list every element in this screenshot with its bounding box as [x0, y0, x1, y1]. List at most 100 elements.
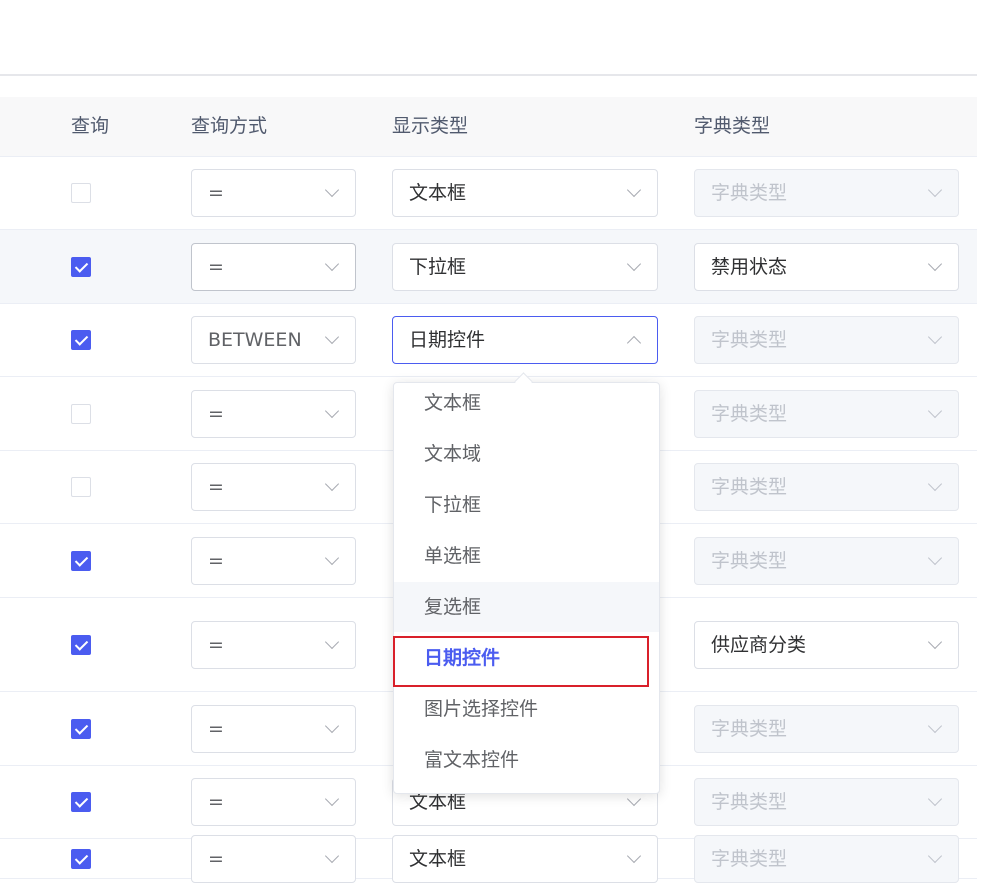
- header-dict-type: 字典类型: [694, 115, 771, 137]
- header-display-type: 显示类型: [392, 115, 469, 137]
- chevron-up-icon: [626, 335, 642, 351]
- dict-type-select-value: 供应商分类: [711, 634, 807, 656]
- dict-type-select[interactable]: 字典类型: [694, 705, 959, 753]
- query-mode-select-value: =: [208, 550, 224, 572]
- chevron-down-icon: [626, 848, 642, 864]
- chevron-down-icon: [927, 791, 943, 807]
- dict-type-select-value: 字典类型: [711, 550, 788, 572]
- dropdown-option[interactable]: 文本框: [394, 383, 659, 428]
- chevron-down-icon: [927, 634, 943, 650]
- dropdown-option[interactable]: 复选框: [394, 582, 659, 632]
- query-checkbox[interactable]: [71, 183, 91, 203]
- dict-type-select-value: 字典类型: [711, 848, 788, 870]
- query-mode-select-value: =: [208, 848, 224, 870]
- chevron-down-icon: [927, 550, 943, 566]
- dict-type-select[interactable]: 供应商分类: [694, 621, 959, 669]
- top-divider: [0, 74, 977, 76]
- query-mode-select-value: =: [208, 634, 224, 656]
- dict-type-select-value: 字典类型: [711, 329, 788, 351]
- query-mode-select-value: =: [208, 182, 224, 204]
- chevron-down-icon: [324, 550, 340, 566]
- chevron-down-icon: [626, 791, 642, 807]
- dropdown-option[interactable]: 日期控件: [394, 633, 659, 683]
- chevron-down-icon: [927, 403, 943, 419]
- chevron-down-icon: [927, 329, 943, 345]
- query-checkbox[interactable]: [71, 719, 91, 739]
- chevron-down-icon: [927, 256, 943, 272]
- table-row: BETWEEN 日期控件 字典类型: [0, 304, 977, 377]
- dict-type-select[interactable]: 字典类型: [694, 390, 959, 438]
- dict-type-select-value: 字典类型: [711, 182, 788, 204]
- display-type-select[interactable]: 下拉框: [392, 243, 658, 291]
- query-mode-select[interactable]: =: [191, 705, 356, 753]
- chevron-down-icon: [324, 718, 340, 734]
- query-mode-select-value: =: [208, 403, 224, 425]
- table-row: = 文本框 字典类型: [0, 835, 977, 883]
- display-type-select[interactable]: 文本框: [392, 169, 658, 217]
- query-mode-select-value: =: [208, 791, 224, 813]
- chevron-down-icon: [927, 848, 943, 864]
- query-checkbox[interactable]: [71, 404, 91, 424]
- dict-type-select-value: 字典类型: [711, 791, 788, 813]
- chevron-down-icon: [324, 791, 340, 807]
- chevron-down-icon: [927, 182, 943, 198]
- display-type-dropdown: 文本框 文本域 下拉框 单选框 复选框 日期控件 图片选择控件 富文本控件: [393, 382, 660, 794]
- chevron-down-icon: [324, 634, 340, 650]
- query-mode-select[interactable]: =: [191, 243, 356, 291]
- chevron-down-icon: [324, 256, 340, 272]
- query-mode-select-value: =: [208, 718, 224, 740]
- dict-type-select-value: 字典类型: [711, 403, 788, 425]
- header-query: 查询: [71, 115, 110, 137]
- chevron-down-icon: [927, 476, 943, 492]
- chevron-down-icon: [324, 848, 340, 864]
- display-type-select-value: 文本框: [409, 848, 467, 870]
- query-mode-select[interactable]: =: [191, 463, 356, 511]
- query-checkbox[interactable]: [71, 849, 91, 869]
- dict-type-select[interactable]: 禁用状态: [694, 243, 959, 291]
- table-row: = 文本框 字典类型: [0, 157, 977, 230]
- query-checkbox[interactable]: [71, 635, 91, 655]
- dropdown-option[interactable]: 文本域: [394, 429, 659, 479]
- dict-type-select[interactable]: 字典类型: [694, 169, 959, 217]
- dropdown-option[interactable]: 单选框: [394, 531, 659, 581]
- chevron-down-icon: [626, 182, 642, 198]
- chevron-down-icon: [626, 256, 642, 272]
- dropdown-option[interactable]: 富文本控件: [394, 735, 659, 785]
- chevron-down-icon: [324, 403, 340, 419]
- query-mode-select-value: BETWEEN: [208, 329, 302, 351]
- query-mode-select[interactable]: =: [191, 835, 356, 883]
- dict-type-select-value: 字典类型: [711, 718, 788, 740]
- dict-type-select[interactable]: 字典类型: [694, 835, 959, 883]
- query-mode-select[interactable]: =: [191, 390, 356, 438]
- dict-type-select[interactable]: 字典类型: [694, 778, 959, 826]
- table-header: 查询 查询方式 显示类型 字典类型: [0, 97, 977, 157]
- dict-type-select-value: 禁用状态: [711, 256, 788, 278]
- dropdown-option[interactable]: 图片选择控件: [394, 684, 659, 734]
- query-mode-select[interactable]: BETWEEN: [191, 316, 356, 364]
- dict-type-select[interactable]: 字典类型: [694, 537, 959, 585]
- display-type-select-value: 文本框: [409, 182, 467, 204]
- query-mode-select-value: =: [208, 476, 224, 498]
- chevron-down-icon: [927, 718, 943, 734]
- query-mode-select[interactable]: =: [191, 778, 356, 826]
- query-checkbox[interactable]: [71, 257, 91, 277]
- query-mode-select[interactable]: =: [191, 537, 356, 585]
- query-checkbox[interactable]: [71, 792, 91, 812]
- query-checkbox[interactable]: [71, 551, 91, 571]
- chevron-down-icon: [324, 329, 340, 345]
- table-row: = 下拉框 禁用状态: [0, 230, 977, 304]
- query-mode-select[interactable]: =: [191, 169, 356, 217]
- dict-type-select[interactable]: 字典类型: [694, 316, 959, 364]
- query-mode-select[interactable]: =: [191, 621, 356, 669]
- query-checkbox[interactable]: [71, 330, 91, 350]
- chevron-down-icon: [324, 476, 340, 492]
- display-type-select-value: 日期控件: [409, 329, 486, 351]
- chevron-down-icon: [324, 182, 340, 198]
- display-type-select[interactable]: 日期控件: [392, 316, 658, 364]
- display-type-select[interactable]: 文本框: [392, 835, 658, 883]
- dict-type-select[interactable]: 字典类型: [694, 463, 959, 511]
- dict-type-select-value: 字典类型: [711, 476, 788, 498]
- header-query-mode: 查询方式: [191, 115, 268, 137]
- query-checkbox[interactable]: [71, 477, 91, 497]
- dropdown-option[interactable]: 下拉框: [394, 480, 659, 530]
